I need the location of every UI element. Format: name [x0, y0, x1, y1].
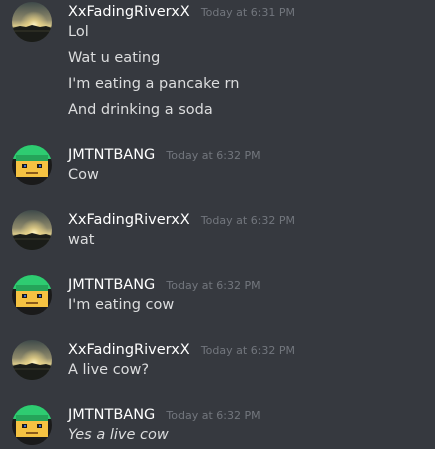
message-header: JMTNTBANG Today at 6:32 PM: [68, 274, 261, 294]
avatar[interactable]: [12, 275, 52, 315]
message-text: I'm eating cow: [68, 297, 175, 313]
message-header: XxFadingRiverxX Today at 6:32 PM: [68, 209, 295, 229]
message-text: A live cow?: [68, 362, 150, 378]
sunset-avatar-icon: [12, 2, 52, 42]
message-text: Lol: [68, 24, 89, 40]
message-text: Cow: [68, 167, 99, 183]
message-text: wat: [68, 232, 95, 248]
message-header: JMTNTBANG Today at 6:32 PM: [68, 144, 261, 164]
message-text: Wat u eating: [68, 50, 161, 66]
avatar[interactable]: [12, 405, 52, 445]
timestamp: Today at 6:32 PM: [200, 344, 296, 357]
timestamp: Today at 6:32 PM: [200, 214, 296, 227]
timestamp: Today at 6:31 PM: [200, 6, 296, 19]
message-text: Yes a live cow: [68, 427, 169, 443]
pixel-character-avatar-icon: [12, 405, 52, 445]
message-text: And drinking a soda: [68, 102, 213, 118]
avatar[interactable]: [12, 210, 52, 250]
message-header: JMTNTBANG Today at 6:32 PM: [68, 404, 261, 424]
sunset-avatar-icon: [12, 210, 52, 250]
sunset-avatar-icon: [12, 340, 52, 380]
timestamp: Today at 6:32 PM: [166, 409, 261, 422]
avatar[interactable]: [12, 145, 52, 185]
message-header: XxFadingRiverxX Today at 6:31 PM: [68, 1, 295, 21]
avatar[interactable]: [12, 340, 52, 380]
avatar[interactable]: [12, 2, 52, 42]
username[interactable]: XxFadingRiverxX: [68, 340, 190, 360]
username[interactable]: JMTNTBANG: [68, 145, 155, 165]
username[interactable]: XxFadingRiverxX: [68, 210, 190, 230]
timestamp: Today at 6:32 PM: [166, 279, 261, 292]
message-text: I'm eating a pancake rn: [68, 76, 240, 92]
pixel-character-avatar-icon: [12, 275, 52, 315]
username[interactable]: JMTNTBANG: [68, 405, 155, 425]
username[interactable]: XxFadingRiverxX: [68, 2, 190, 22]
username[interactable]: JMTNTBANG: [68, 275, 155, 295]
message-header: XxFadingRiverxX Today at 6:32 PM: [68, 339, 295, 359]
pixel-character-avatar-icon: [12, 145, 52, 185]
timestamp: Today at 6:32 PM: [166, 149, 261, 162]
